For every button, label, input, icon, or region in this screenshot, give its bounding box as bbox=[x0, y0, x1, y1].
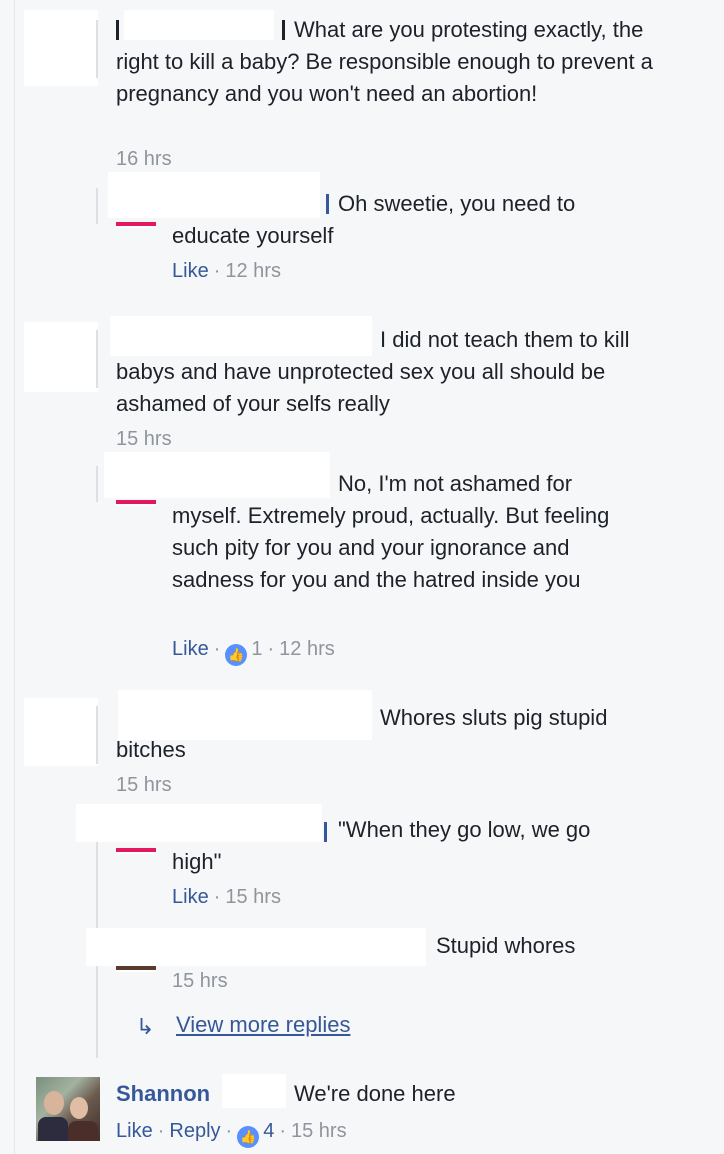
comment-text: We're done here bbox=[294, 1081, 456, 1106]
reply-actions: Like · 12 hrs bbox=[172, 260, 281, 282]
reply-link[interactable]: Reply bbox=[169, 1120, 220, 1142]
redacted-name bbox=[222, 1074, 286, 1108]
thumbs-up-icon[interactable]: 👍 bbox=[237, 1126, 260, 1148]
reply-arrow-icon[interactable]: ↳ bbox=[136, 1012, 154, 1042]
reply-text: Oh sweetie, you need to educate yourself bbox=[172, 191, 576, 248]
reply-timestamp[interactable]: 12 hrs bbox=[225, 260, 281, 282]
comment-text: I did not teach them to kill babys and h… bbox=[116, 327, 630, 416]
view-more-replies-link[interactable]: View more replies bbox=[176, 1010, 350, 1040]
reaction-count[interactable]: 1 bbox=[251, 638, 262, 660]
reply-text: Stupid whores bbox=[436, 933, 576, 958]
thread-line bbox=[96, 706, 98, 764]
last-comment-line: Shannon bbox=[116, 1078, 210, 1110]
reply-timestamp[interactable]: 12 hrs bbox=[279, 638, 335, 660]
reaction-count[interactable]: 4 bbox=[263, 1120, 274, 1142]
reply-actions: Like · 👍 1 · 12 hrs bbox=[172, 636, 335, 666]
comment-text: What are you protesting exactly, the rig… bbox=[116, 17, 653, 106]
like-link[interactable]: Like bbox=[116, 1120, 153, 1142]
reply-text: "When they go low, we go high" bbox=[172, 817, 591, 874]
reply-timestamp[interactable]: 15 hrs bbox=[172, 968, 228, 994]
reply-thread-line bbox=[96, 188, 98, 224]
avatar[interactable] bbox=[24, 322, 98, 392]
avatar-photo[interactable] bbox=[36, 1077, 100, 1141]
like-link[interactable]: Like bbox=[172, 886, 209, 908]
avatar[interactable] bbox=[116, 500, 156, 506]
redacted-name bbox=[86, 928, 426, 966]
comment-timestamp[interactable]: 16 hrs bbox=[116, 146, 172, 172]
thread-line bbox=[96, 20, 98, 78]
avatar[interactable] bbox=[116, 222, 156, 228]
avatar[interactable] bbox=[24, 698, 98, 766]
reply-text: No, I'm not ashamed for myself. Extremel… bbox=[172, 471, 610, 592]
comment-timestamp[interactable]: 15 hrs bbox=[291, 1120, 347, 1142]
author-name[interactable]: Shannon bbox=[116, 1081, 210, 1106]
avatar[interactable] bbox=[24, 10, 98, 86]
reply-timestamp[interactable]: 15 hrs bbox=[225, 886, 281, 908]
page-border-line bbox=[14, 0, 15, 1154]
comment-text: Whores sluts pig stupid bitches bbox=[116, 705, 608, 762]
like-link[interactable]: Like bbox=[172, 638, 209, 660]
thumbs-up-icon[interactable]: 👍 bbox=[225, 644, 248, 666]
reply-actions: Like · 15 hrs bbox=[172, 886, 281, 908]
comment-timestamp[interactable]: 15 hrs bbox=[116, 426, 172, 452]
thread-line bbox=[96, 330, 98, 388]
reply-thread-line bbox=[96, 466, 98, 502]
comment-actions: Like · Reply · 👍 4 · 15 hrs bbox=[116, 1118, 347, 1148]
avatar[interactable] bbox=[116, 848, 156, 854]
like-link[interactable]: Like bbox=[172, 260, 209, 282]
comment-timestamp[interactable]: 15 hrs bbox=[116, 772, 172, 798]
avatar[interactable] bbox=[116, 966, 156, 972]
